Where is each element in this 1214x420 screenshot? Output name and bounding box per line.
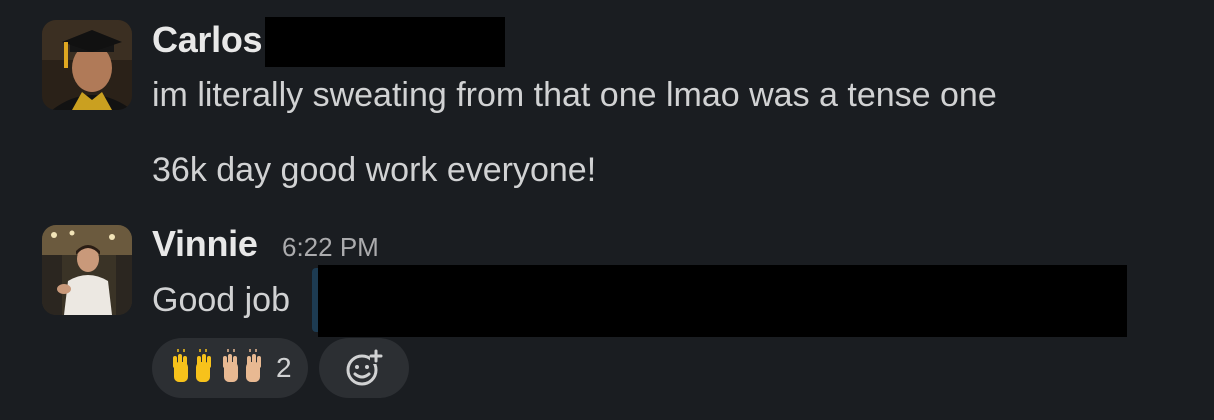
avatar-vinnie[interactable]: [42, 225, 132, 315]
raised-hands-emoji-skin-tone: [223, 349, 261, 382]
redacted-mention: [318, 265, 1127, 337]
sender-name[interactable]: Vinnie: [152, 224, 258, 264]
reaction-raised-hands[interactable]: 2: [152, 338, 308, 398]
sender-name[interactable]: Carlos: [152, 20, 263, 60]
avatar-carlos[interactable]: [42, 20, 132, 110]
message-text: 36k day good work everyone!: [152, 151, 597, 189]
reaction-count: 2: [276, 352, 292, 383]
add-reaction-icon: [346, 349, 383, 386]
add-reaction-button[interactable]: [319, 338, 409, 398]
message-list: Carlos im literally sweating from that o…: [0, 0, 1214, 420]
message-text: im literally sweating from that one lmao…: [152, 76, 997, 114]
message-timestamp[interactable]: 6:22 PM: [282, 232, 379, 262]
message-text: Good job: [152, 281, 290, 319]
raised-hands-emoji: [173, 349, 211, 382]
redacted-surname: [265, 17, 505, 67]
